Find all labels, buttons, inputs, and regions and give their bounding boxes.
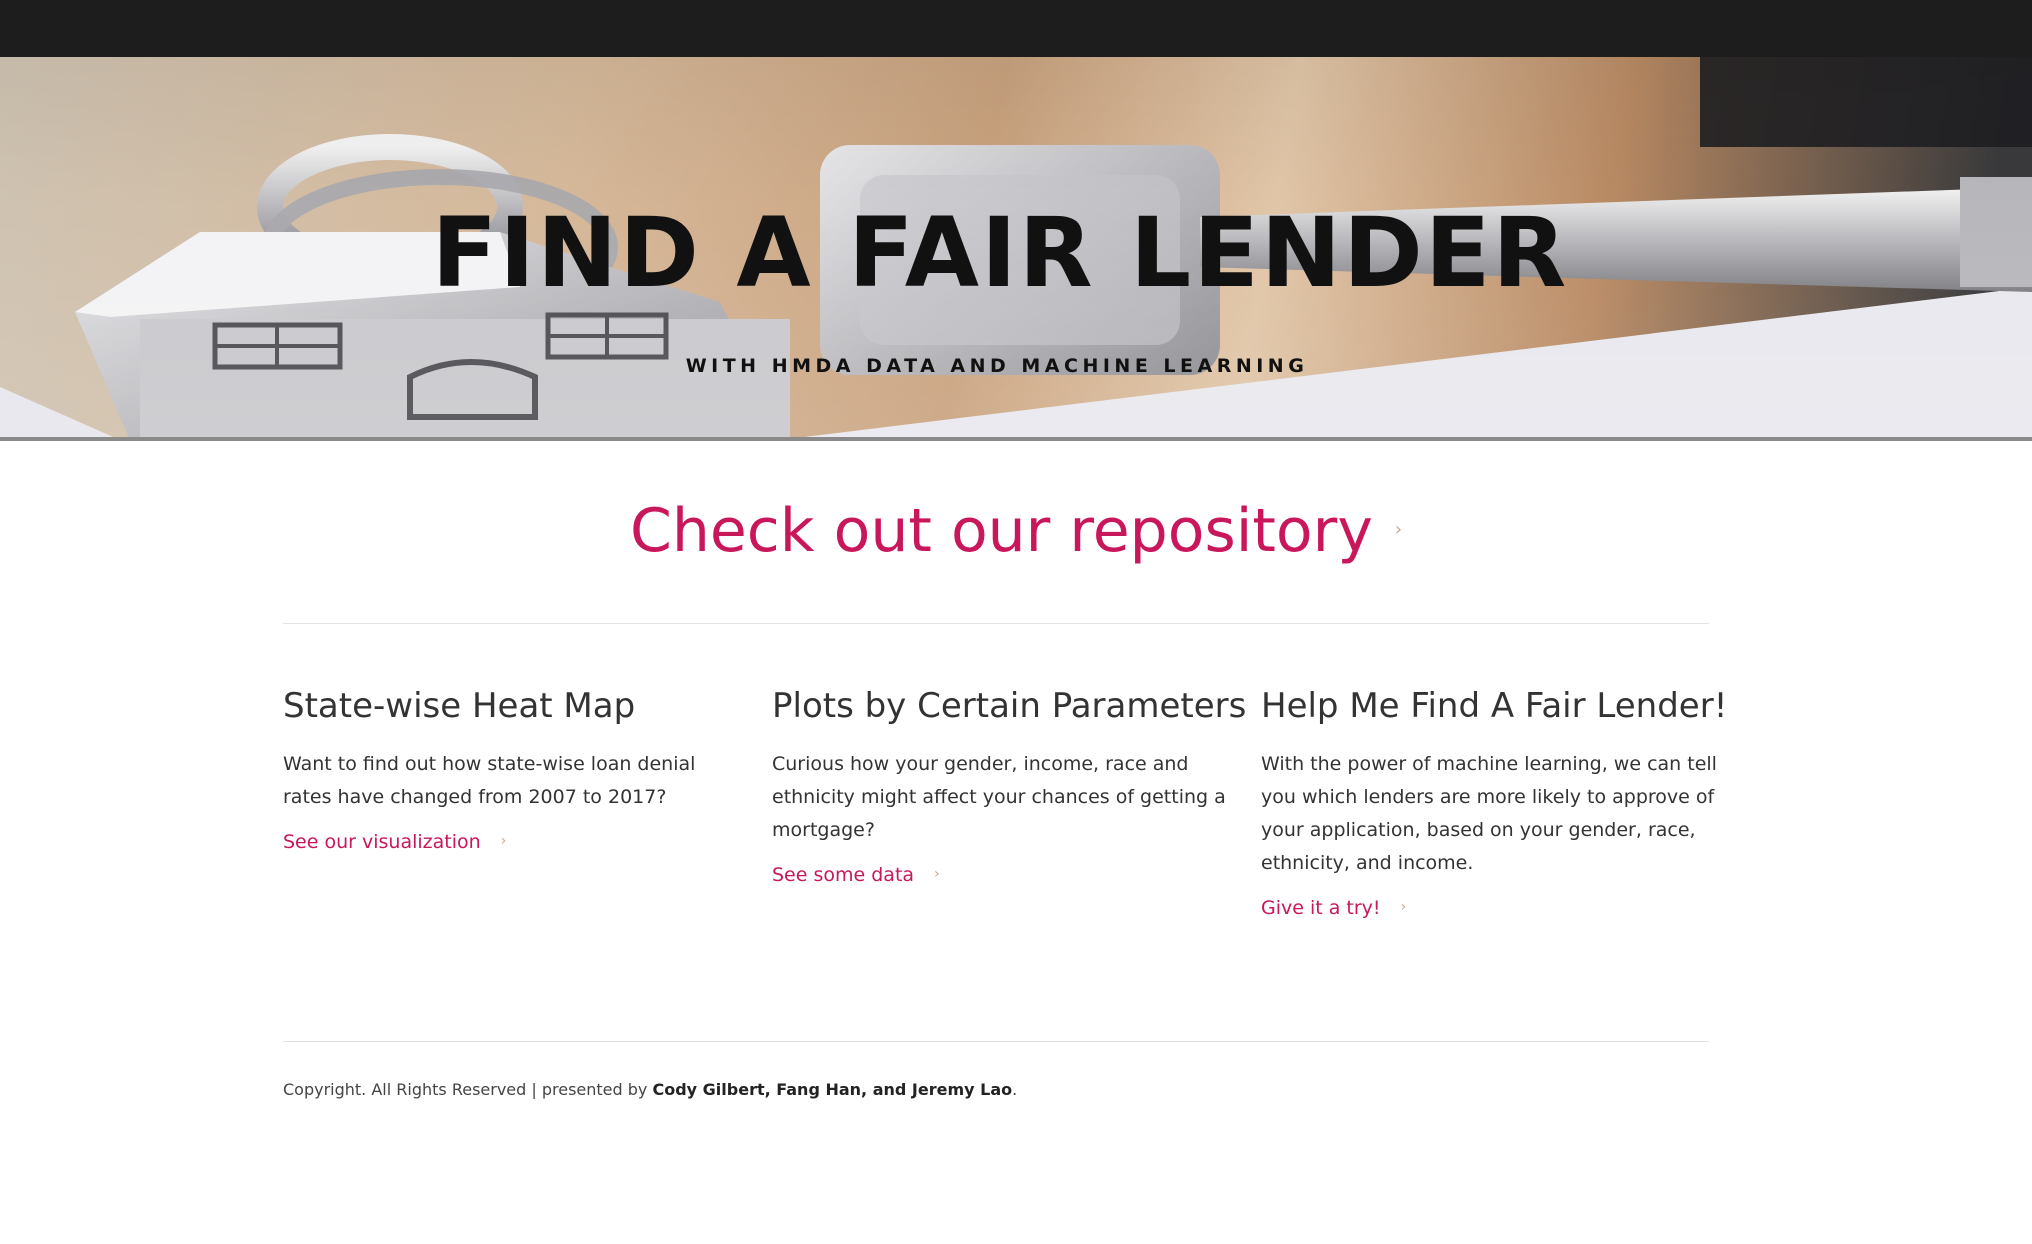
chevron-right-icon: › — [934, 866, 940, 882]
feature-plots: Plots by Certain Parameters Curious how … — [772, 684, 1247, 892]
hero-banner: FIND A FAIR LENDER WITH HMDA DATA AND MA… — [0, 57, 2032, 440]
repository-link[interactable]: Check out our repository › — [0, 495, 2032, 570]
link-label: Give it a try! — [1261, 897, 1381, 919]
footer-copyright: Copyright. All Rights Reserved | present… — [283, 1080, 648, 1099]
feature-description: Curious how your gender, income, race an… — [772, 753, 1226, 841]
feature-title: Plots by Certain Parameters — [772, 686, 1247, 726]
link-label: See our visualization — [283, 831, 481, 853]
feature-heat-map: State-wise Heat Map Want to find out how… — [283, 684, 743, 859]
feature-description: Want to find out how state-wise loan den… — [283, 753, 696, 808]
site-title: FIND A FAIR LENDER — [431, 197, 1569, 309]
site-subtitle: WITH HMDA DATA AND MACHINE LEARNING — [685, 355, 1309, 377]
feature-find-lender: Help Me Find A Fair Lender! With the pow… — [1261, 684, 1728, 925]
chevron-right-icon: › — [1400, 899, 1407, 915]
footer: Copyright. All Rights Reserved | present… — [283, 1080, 1017, 1099]
footer-period: . — [1012, 1080, 1018, 1099]
hero-divider — [0, 437, 2032, 441]
section-divider — [283, 623, 1709, 624]
feature-title: State-wise Heat Map — [283, 686, 636, 726]
give-it-a-try-link[interactable]: Give it a try! › — [1261, 892, 1406, 925]
feature-title: Help Me Find A Fair Lender! — [1261, 686, 1728, 726]
chevron-right-icon: › — [500, 833, 507, 849]
feature-description: With the power of machine learning, we c… — [1261, 753, 1717, 874]
repository-link-label: Check out our repository — [629, 496, 1373, 566]
see-data-link[interactable]: See some data › — [772, 859, 940, 892]
footer-authors: Cody Gilbert, Fang Han, and Jeremy Lao — [652, 1080, 1013, 1099]
footer-divider — [283, 1041, 1709, 1042]
chevron-right-icon: › — [1394, 519, 1403, 541]
top-navigation-bar — [0, 0, 2032, 57]
link-label: See some data — [772, 864, 915, 886]
see-visualization-link[interactable]: See our visualization › — [283, 826, 506, 859]
